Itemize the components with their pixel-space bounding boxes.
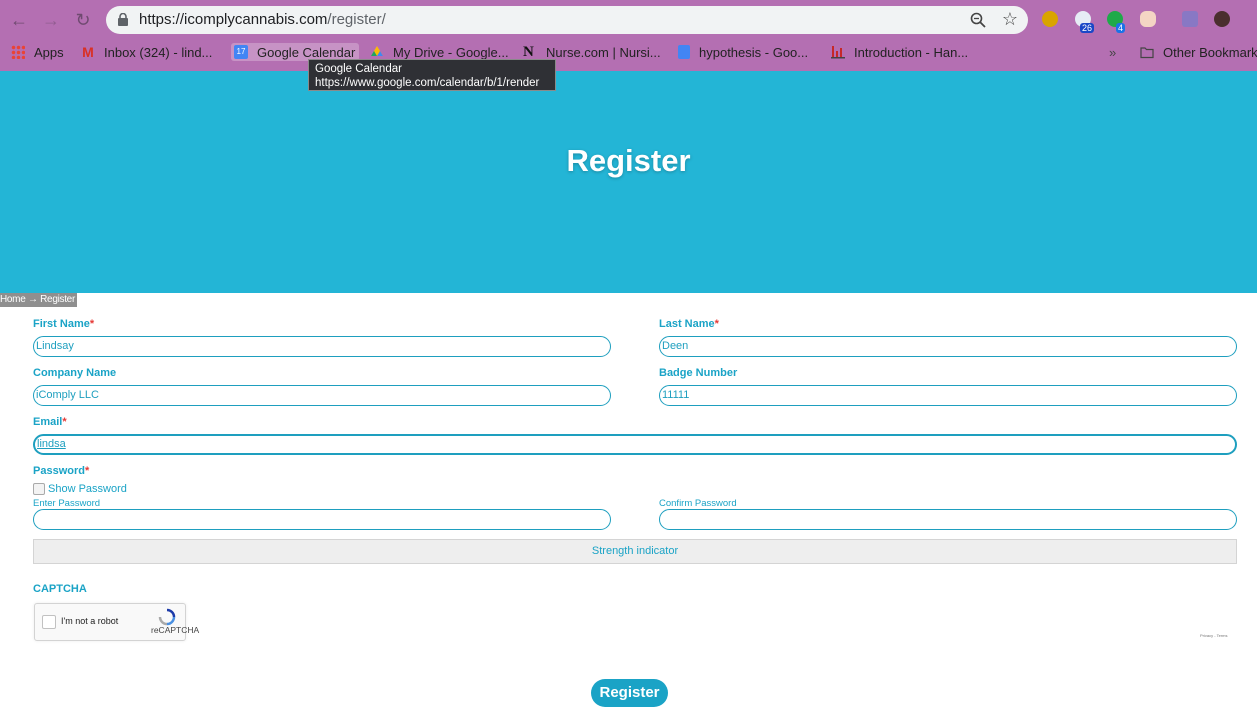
breadcrumb[interactable]: Home → Register [0, 293, 77, 307]
page-hero: Register [0, 71, 1257, 293]
reload-icon[interactable]: ↻ [72, 9, 94, 31]
badge-number-input[interactable]: 11111 [659, 385, 1237, 406]
url-host: https://icomplycannabis.com [139, 11, 328, 28]
nurse-logo-icon: N [523, 44, 534, 60]
email-value: lindsa [37, 438, 66, 450]
company-name-label: Company Name [33, 367, 117, 379]
confirm-password-label: Confirm Password [659, 498, 737, 509]
show-password-label[interactable]: Show Password [48, 483, 127, 495]
recaptcha-terms[interactable]: Privacy - Terms [1200, 633, 1227, 638]
required-mark: * [62, 416, 67, 428]
bookmark-label: Apps [34, 44, 64, 60]
enter-password-label: Enter Password [33, 498, 101, 509]
url-text: https://icomplycannabis.com/register/ [139, 11, 386, 28]
required-mark: * [84, 465, 90, 477]
gmail-icon: M [82, 44, 94, 60]
folder-icon [1140, 47, 1154, 59]
recaptcha-brand: reCAPTCHA [151, 625, 200, 635]
bookmarks-bar: Apps M Inbox (324) - lind... 17 Google C… [0, 42, 1257, 62]
last-name-label: Last Name* [659, 318, 719, 330]
bookmark-label: My Drive - Google... [393, 44, 509, 60]
apps-grid-icon [11, 45, 25, 59]
bookmark-introduction[interactable]: Introduction - Han... [831, 43, 968, 61]
password-strength-indicator: Strength indicator [33, 539, 1237, 564]
extension-badge-1: 26 [1080, 23, 1095, 33]
required-mark: * [714, 318, 719, 330]
bookmark-label: Inbox (324) - lind... [104, 44, 213, 60]
password-label: Password* [33, 465, 90, 477]
browser-toolbar: ← → ↻ https://icomplycannabis.com/regist… [0, 0, 1257, 71]
bookmark-star-icon[interactable]: ☆ [1002, 9, 1018, 29]
docs-icon [678, 45, 690, 59]
extension-icon-4[interactable] [1140, 11, 1156, 27]
bookmark-label: Introduction - Han... [854, 44, 969, 60]
bookmark-label: Other Bookmarks [1163, 44, 1257, 60]
calendar-icon: 17 [234, 45, 248, 59]
first-name-label: First Name* [33, 318, 95, 330]
enter-password-input[interactable] [33, 509, 611, 530]
profile-avatar[interactable] [1214, 11, 1230, 27]
url-path: /register/ [327, 11, 386, 28]
badge-number-value: 11111 [662, 389, 690, 401]
drive-icon [371, 46, 383, 56]
first-name-input[interactable]: Lindsay [33, 336, 611, 357]
address-bar[interactable]: https://icomplycannabis.com/register/ ☆ [106, 6, 1028, 34]
first-name-value: Lindsay [36, 340, 74, 352]
show-password-checkbox[interactable] [33, 483, 45, 495]
company-name-value: iComply LLC [36, 389, 99, 401]
recaptcha-checkbox[interactable] [42, 615, 56, 629]
bookmark-label: Google Calendar [257, 44, 356, 60]
bookmark-label: Nurse.com | Nursi... [546, 44, 661, 60]
breadcrumb-text: Home → Register [0, 294, 75, 305]
recaptcha-logo-icon [158, 608, 176, 626]
tooltip-url: https://www.google.com/calendar/b/1/rend… [315, 77, 540, 89]
confirm-password-input[interactable] [659, 509, 1237, 530]
zoom-icon[interactable] [970, 12, 986, 28]
bookmark-tooltip: Google Calendar https://www.google.com/c… [308, 59, 556, 91]
back-icon[interactable]: ← [8, 9, 30, 31]
bookmarks-overflow-icon[interactable]: » [1109, 43, 1116, 61]
bookmark-label: hypothesis - Goo... [699, 44, 809, 60]
bar-chart-icon [831, 46, 845, 59]
bookmark-apps[interactable]: Apps [11, 43, 64, 61]
bookmark-hypothesis[interactable]: hypothesis - Goo... [678, 43, 808, 61]
captcha-heading: CAPTCHA [33, 583, 87, 595]
last-name-value: Deen [662, 340, 689, 352]
lock-icon [118, 13, 128, 26]
last-name-input[interactable]: Deen [659, 336, 1237, 357]
required-mark: * [89, 318, 95, 330]
tooltip-title: Google Calendar [315, 63, 402, 75]
email-label: Email* [33, 416, 67, 428]
bookmark-inbox[interactable]: M Inbox (324) - lind... [81, 43, 212, 61]
register-button[interactable]: Register [591, 679, 668, 707]
recaptcha-label: I'm not a robot [61, 616, 119, 626]
bookmark-other[interactable]: Other Bookmarks [1140, 43, 1257, 61]
extension-icon-1[interactable] [1042, 11, 1058, 27]
recaptcha-widget: I'm not a robot reCAPTCHA [34, 603, 199, 641]
company-name-input[interactable]: iComply LLC [33, 385, 611, 406]
page-title: Register [566, 143, 691, 178]
email-input[interactable]: lindsa [33, 434, 1237, 455]
forward-icon[interactable]: → [40, 9, 62, 31]
extension-icon-5[interactable] [1182, 11, 1198, 27]
badge-number-label: Badge Number [659, 367, 738, 379]
extension-badge-2: 4 [1116, 23, 1126, 33]
